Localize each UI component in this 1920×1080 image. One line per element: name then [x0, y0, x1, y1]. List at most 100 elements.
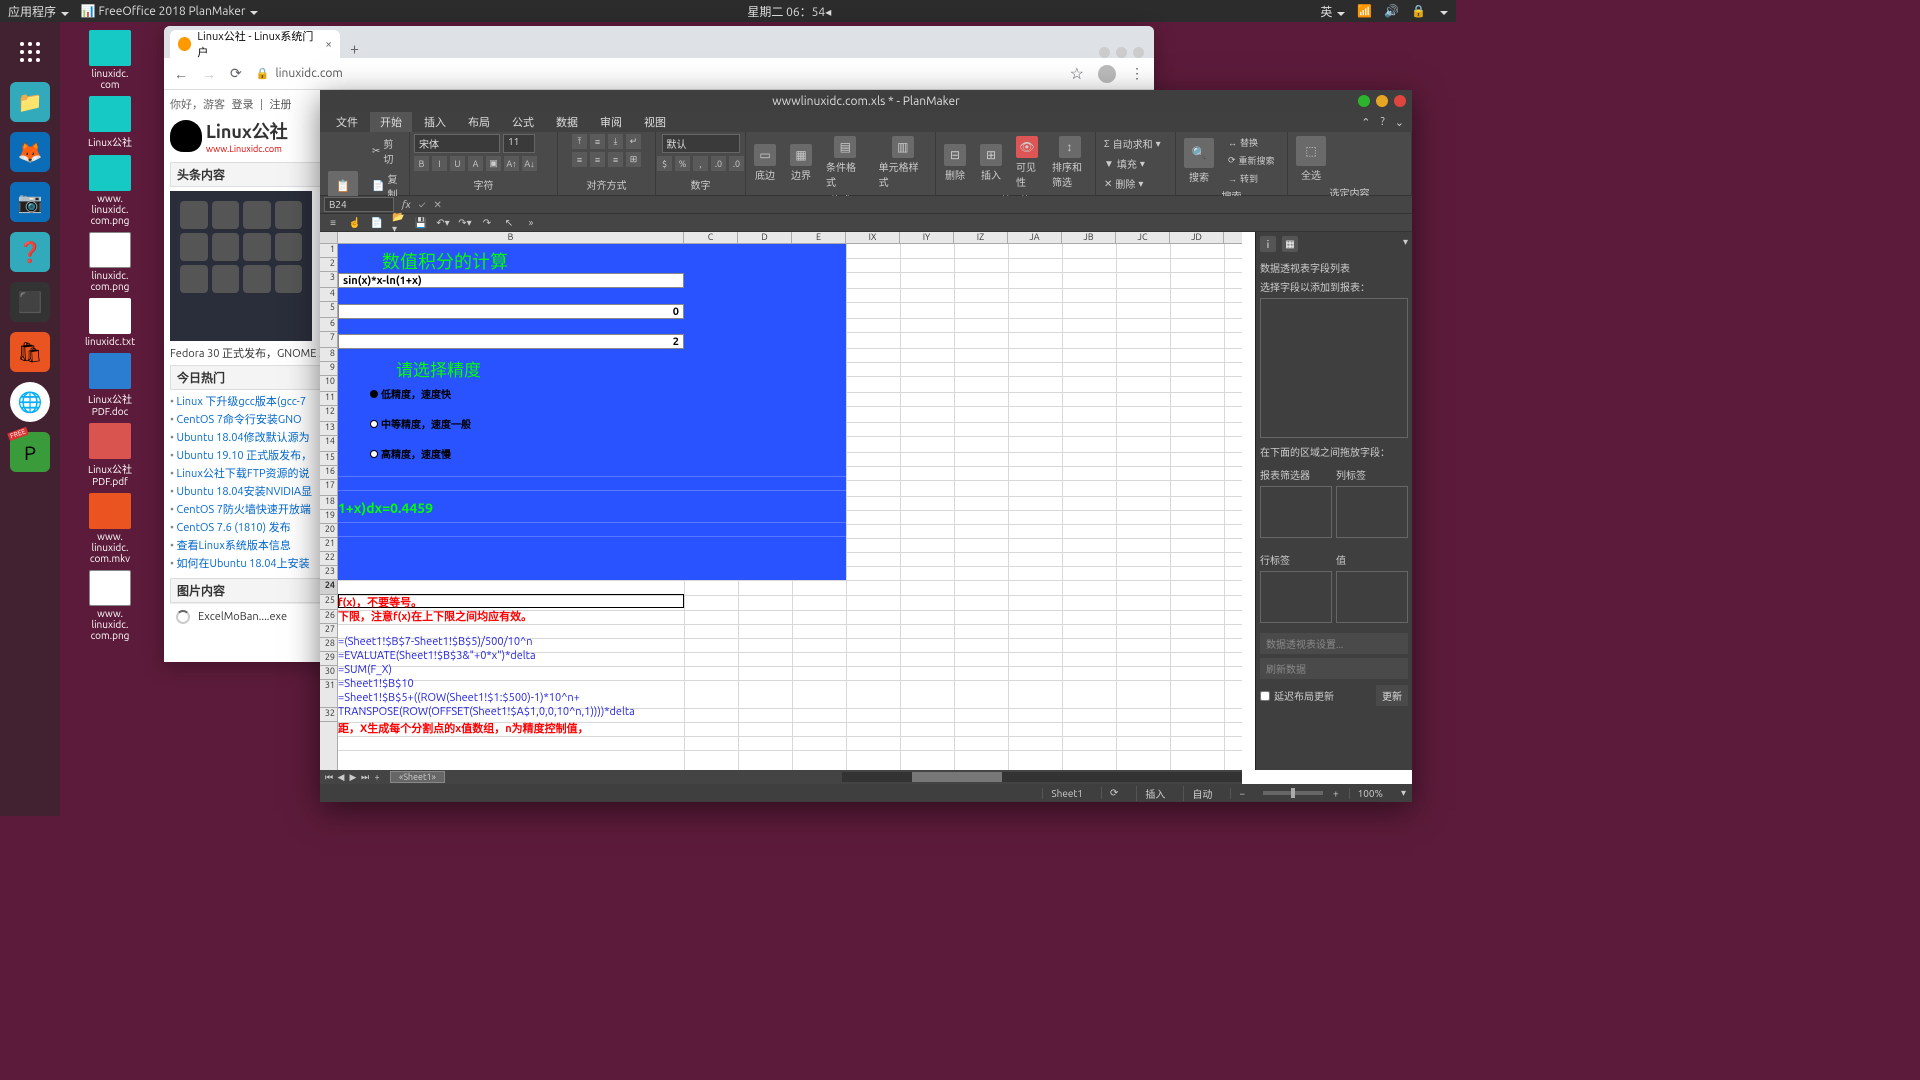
menu-insert[interactable]: 插入 [414, 112, 456, 132]
fill-color-button[interactable]: ▣ [486, 156, 501, 171]
menu-formula[interactable]: 公式 [502, 112, 544, 132]
sheet-prev-icon[interactable]: ◀ [336, 772, 346, 783]
align-left-button[interactable]: ≡ [572, 152, 587, 167]
sheet-last-icon[interactable]: ⏭ [360, 772, 370, 783]
window-min-icon[interactable] [1099, 47, 1110, 58]
accept-icon[interactable]: ✓ [418, 199, 425, 211]
desktop-file[interactable]: Linux公社 [70, 96, 150, 149]
visibility-button[interactable]: 👁可见性 [1012, 134, 1042, 191]
redo2-icon[interactable]: ↷ [480, 216, 494, 230]
zoom-in-button[interactable]: + [1333, 788, 1339, 799]
lock-icon[interactable]: 🔒 [1411, 4, 1426, 18]
zoom-slider[interactable] [1263, 791, 1323, 795]
percent-button[interactable]: % [675, 156, 690, 171]
cond-format-button[interactable]: ▤条件格式 [822, 134, 869, 191]
terminal-icon[interactable]: ⬛ [10, 282, 50, 322]
zoom-level[interactable]: 100% [1349, 788, 1391, 799]
update-button[interactable]: 更新 [1376, 685, 1408, 706]
delete-cell-button[interactable]: ⊟删除 [940, 142, 970, 184]
undo-icon[interactable]: ↶▾ [436, 216, 450, 230]
window-titlebar[interactable]: wwwlinuxidc.com.xls * - PlanMaker [320, 90, 1412, 112]
sort-filter-button[interactable]: ↕排序和筛选 [1048, 134, 1091, 191]
login-link[interactable]: 登录 [232, 99, 254, 111]
sync-icon[interactable]: ⟳ [1101, 787, 1126, 799]
upper-bound-cell[interactable]: 2 [338, 334, 684, 349]
redo-icon[interactable]: ↷▾ [458, 216, 472, 230]
font-name-select[interactable]: 宋体 [414, 134, 500, 153]
filter-drop-zone[interactable] [1260, 486, 1332, 538]
menu-layout[interactable]: 布局 [458, 112, 500, 132]
select-all-button[interactable]: ⬚全选 [1292, 134, 1330, 184]
select-all-corner[interactable] [320, 232, 338, 244]
desktop-file[interactable]: Linux公社 PDF.doc [70, 353, 150, 417]
volume-icon[interactable]: 🔊 [1384, 4, 1399, 18]
help-icon[interactable]: ? [1381, 116, 1385, 129]
inc-decimal-button[interactable]: .0 [711, 156, 726, 171]
help-icon[interactable]: ❓ [10, 232, 50, 272]
back-button[interactable]: ← [174, 66, 188, 82]
featured-thumbnail[interactable] [170, 191, 312, 341]
panel-menu-icon[interactable]: ▾ [1403, 236, 1408, 252]
clear-button[interactable]: ✕删除▾ [1100, 174, 1147, 193]
desktop-file[interactable]: linuxidc. com.png [70, 232, 150, 292]
close-tab-icon[interactable]: × [325, 38, 332, 51]
lower-bound-cell[interactable]: 0 [338, 304, 684, 319]
font-size-select[interactable]: 11 [503, 134, 535, 153]
autosum-button[interactable]: Σ自动求和▾ [1100, 134, 1165, 153]
cell-style-button[interactable]: ▥单元格样式 [875, 134, 931, 191]
forward-button[interactable]: → [202, 66, 216, 82]
sheet-next-icon[interactable]: ▶ [348, 772, 358, 783]
replace-button[interactable]: ↔替换 [1224, 134, 1279, 151]
column-drop-zone[interactable] [1336, 486, 1408, 538]
comma-button[interactable]: , [693, 156, 708, 171]
align-mid-button[interactable]: ≡ [590, 134, 605, 149]
menu-home[interactable]: 开始 [370, 112, 412, 132]
sheet-tab[interactable]: «Sheet1» [390, 771, 445, 783]
align-top-button[interactable]: ⤒ [572, 134, 587, 149]
font-color-button[interactable]: A [468, 156, 483, 171]
screenshot-icon[interactable]: 📷 [10, 182, 50, 222]
ime-indicator[interactable]: 英 [1320, 3, 1345, 20]
address-field[interactable]: 🔒linuxidc.com [256, 67, 1056, 80]
underline-button[interactable]: U [450, 156, 465, 171]
defer-layout-checkbox[interactable] [1260, 691, 1270, 701]
search-button[interactable]: 🔍搜索 [1180, 136, 1218, 186]
zoom-out-button[interactable]: − [1230, 788, 1253, 799]
precision-radio-med[interactable]: 中等精度，速度一般 [370, 416, 471, 431]
reload-button[interactable]: ⟳ [230, 65, 242, 82]
touch-icon[interactable]: ☝ [348, 216, 362, 230]
row-headers[interactable]: 1234567891011121314151617181920212223242… [320, 244, 338, 770]
research-button[interactable]: ⟳重新搜索 [1224, 152, 1279, 169]
software-center-icon[interactable]: 🛍 [10, 332, 50, 372]
precision-radio-high[interactable]: 高精度，速度慢 [370, 446, 451, 461]
desktop-file[interactable]: www. linuxidc. com.mkv [70, 493, 150, 564]
browser-menu-icon[interactable]: ⋮ [1130, 65, 1144, 82]
files-app-icon[interactable]: 📁 [10, 82, 50, 122]
cut-button[interactable]: ✂剪切 [368, 134, 405, 168]
border-button[interactable]: ▦边界 [786, 142, 816, 184]
align-bot-button[interactable]: ⤓ [608, 134, 623, 149]
open-file-icon[interactable]: 📂▾ [392, 216, 406, 230]
profile-avatar-icon[interactable] [1098, 65, 1116, 83]
number-format-select[interactable]: 默认 [662, 134, 740, 153]
fill-button[interactable]: ▼填充▾ [1100, 154, 1149, 173]
currency-button[interactable]: $ [657, 156, 672, 171]
fx-icon[interactable]: fx [402, 199, 410, 210]
formula-input-cell[interactable]: sin(x)*x-ln(1+x) [338, 273, 684, 288]
more-icon[interactable]: » [524, 216, 538, 230]
window-max-icon[interactable] [1116, 47, 1127, 58]
status-insert-mode[interactable]: 插入 [1136, 786, 1173, 801]
wifi-icon[interactable]: 📶 [1357, 4, 1372, 18]
menu-icon[interactable]: ≡ [326, 216, 340, 230]
status-auto[interactable]: 自动 [1183, 786, 1220, 801]
menu-view[interactable]: 视图 [634, 112, 676, 132]
menu-review[interactable]: 审阅 [590, 112, 632, 132]
font-grow-button[interactable]: A↑ [504, 156, 519, 171]
goto-button[interactable]: →转到 [1224, 170, 1279, 187]
pointer-icon[interactable]: ↖ [502, 216, 516, 230]
desktop-file[interactable]: linuxidc. com [70, 30, 150, 90]
register-link[interactable]: 注册 [270, 99, 292, 111]
window-minimize-icon[interactable] [1358, 95, 1370, 107]
merge-button[interactable]: ⊞ [626, 152, 641, 167]
dec-decimal-button[interactable]: .0 [729, 156, 744, 171]
